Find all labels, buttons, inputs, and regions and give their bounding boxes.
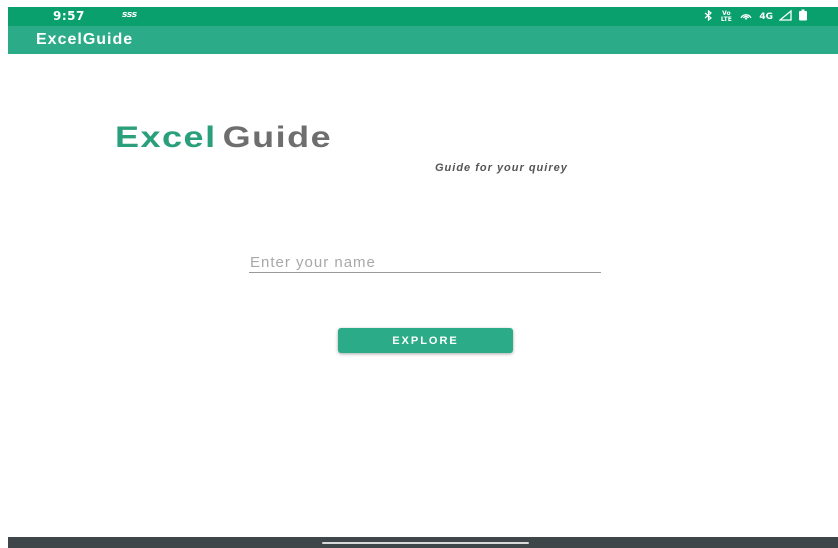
app-bar: ExcelGuide [8,26,838,54]
tagline: Guide for your quirey [435,162,568,174]
home-gesture-handle[interactable] [322,542,529,544]
app-title: ExcelGuide [36,31,134,48]
notification-icon: sss [122,10,137,20]
status-time: 9:57 [53,9,85,23]
signal-icon [778,9,792,24]
battery-icon [798,9,808,24]
status-bar: 9:57 sss Vo LTE 4G [8,7,838,26]
network-label: 4G [759,11,773,22]
status-icons: Vo LTE 4G [704,9,808,24]
navigation-bar [8,537,838,548]
app-logo: Excel Guide [115,120,332,154]
bluetooth-icon [704,9,713,24]
logo-guide-text: Guide [222,120,333,154]
explore-button[interactable]: EXPLORE [338,328,513,353]
app-screen: 9:57 sss Vo LTE 4G ExcelGuide Excel Guid… [0,0,838,548]
volte-icon: Vo LTE [720,9,732,23]
logo-excel-text: Excel [115,120,217,154]
hotspot-icon [739,10,753,24]
name-input[interactable] [249,253,601,273]
